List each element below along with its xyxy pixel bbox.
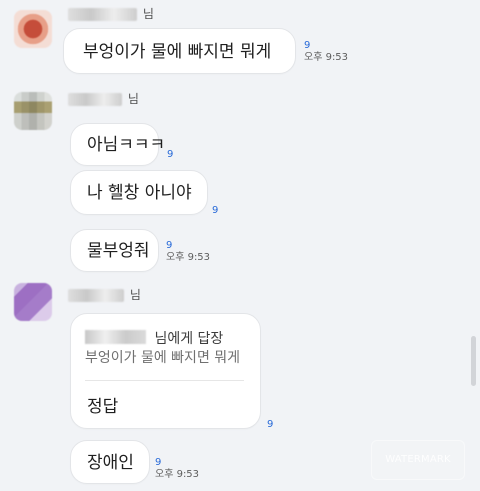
sender-avatar[interactable]: [14, 92, 52, 130]
message-meta: 9 오후 9:53: [155, 457, 199, 480]
message-meta: 9: [167, 149, 173, 161]
message-meta: 9: [212, 205, 218, 217]
unread-count: 9: [155, 457, 162, 468]
redacted-name-block: [68, 8, 137, 21]
message-text: 장애인: [87, 453, 134, 473]
message-time: 오후 9:53: [155, 468, 200, 480]
message-meta: 9 오후 9:53: [166, 240, 210, 263]
scrollbar[interactable]: [471, 336, 476, 386]
message-text: 정답: [87, 397, 119, 417]
sender-name: 님: [68, 286, 141, 303]
sender-name: 님: [68, 90, 139, 107]
message-bubble[interactable]: 장애인: [70, 440, 150, 484]
unread-count: 9: [267, 419, 274, 430]
message-text: 나 헬창 아니야: [87, 183, 192, 203]
redacted-name-block: [68, 289, 124, 302]
sender-suffix: 님: [142, 7, 154, 21]
reply-quote: 부엉이가 물에 빠지면 뭐게: [85, 350, 241, 366]
sender-name: 님: [68, 5, 154, 22]
message-time: 오후 9:53: [166, 251, 211, 263]
redacted-name-block: [68, 93, 122, 106]
message-text: 부엉이가 물에 빠지면 뭐게: [83, 42, 272, 62]
reply-header-text: 님에게 답장: [154, 331, 224, 347]
sender-suffix: 님: [127, 92, 139, 106]
message-bubble[interactable]: 아님ㅋㅋㅋ: [70, 123, 165, 166]
message-text: 아님ㅋㅋㅋ: [87, 135, 166, 155]
sender-suffix: 님: [129, 288, 141, 302]
message-bubble[interactable]: 물부엉줘: [70, 229, 159, 272]
message-bubble[interactable]: 부엉이가 물에 빠지면 뭐게: [63, 28, 296, 74]
sender-avatar[interactable]: [14, 283, 52, 321]
message-meta: 9: [267, 419, 273, 431]
reply-divider: [85, 380, 244, 381]
redacted-reply-name: [85, 330, 146, 344]
unread-count: 9: [167, 149, 174, 160]
message-text: 물부엉줘: [87, 241, 150, 261]
message-meta: 9 오후 9:53: [304, 40, 348, 63]
reply-header: 님에게 답장: [85, 330, 223, 346]
watermark: WATERMARK: [371, 440, 465, 480]
unread-count: 9: [166, 240, 173, 251]
unread-count: 9: [212, 205, 219, 216]
message-time: 오후 9:53: [304, 51, 349, 63]
reply-message-bubble[interactable]: 님에게 답장 부엉이가 물에 빠지면 뭐게 정답: [70, 313, 261, 429]
unread-count: 9: [304, 40, 311, 51]
message-bubble[interactable]: 나 헬창 아니야: [70, 170, 208, 215]
sender-avatar[interactable]: [14, 10, 52, 48]
